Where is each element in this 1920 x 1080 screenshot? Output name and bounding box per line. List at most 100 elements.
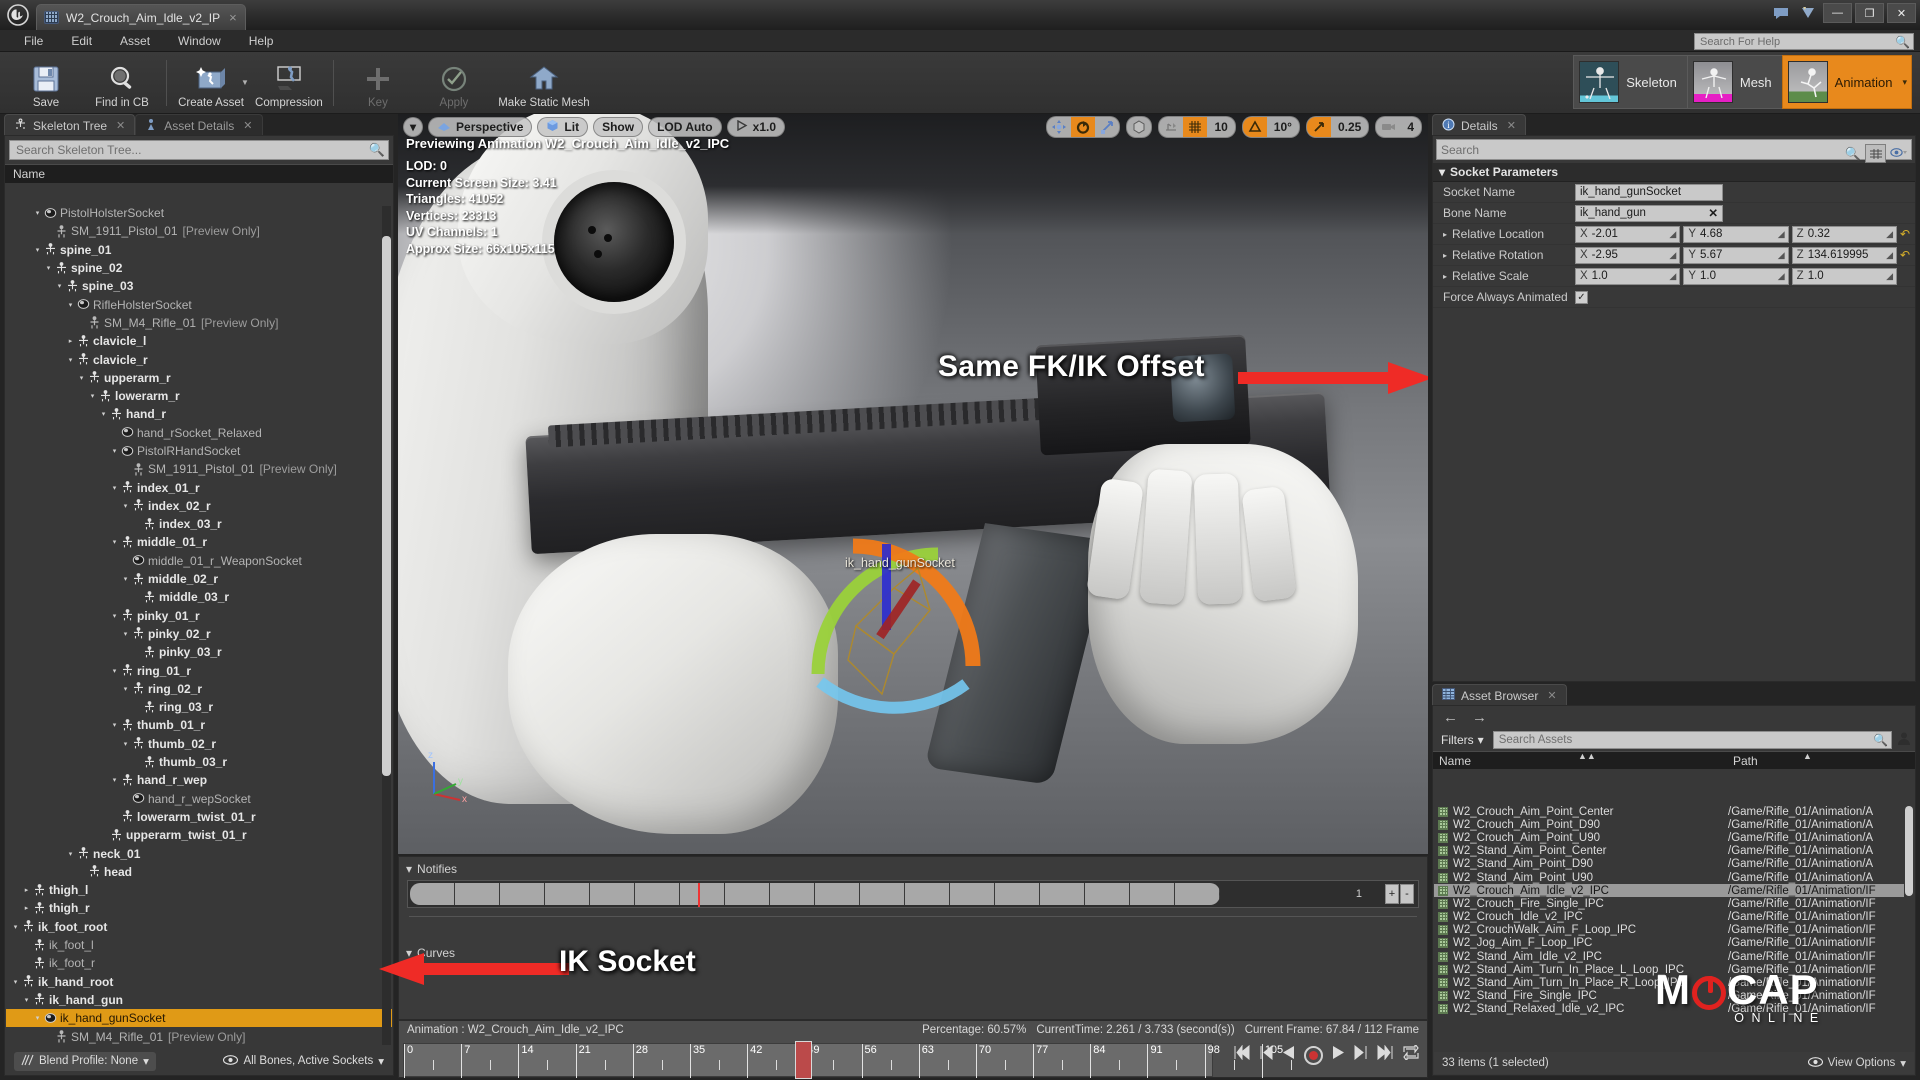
asset-row[interactable]: W2_Stand_Relaxed_Idle_v2_IPC/Game/Rifle_…	[1434, 1003, 1904, 1016]
skeleton-tree-node[interactable]: ▾ spine_01	[6, 241, 392, 259]
asset-row[interactable]: W2_Stand_Aim_Point_D90/Game/Rifle_01/Ani…	[1434, 858, 1904, 871]
force-always-animated-checkbox[interactable]: ✓	[1575, 290, 1588, 304]
help-search-input[interactable]: Search For Help 🔍	[1694, 33, 1914, 50]
asset-row[interactable]: W2_Crouch_Aim_Point_U90/Game/Rifle_01/An…	[1434, 831, 1904, 844]
asset-row[interactable]: W2_Stand_Aim_Idle_v2_IPC/Game/Rifle_01/A…	[1434, 950, 1904, 963]
show-menu-button[interactable]: Show	[593, 117, 644, 137]
expand-triangle-icon[interactable]: ▾	[120, 740, 131, 748]
skeleton-tree-node[interactable]: hand_r_wepSocket	[6, 790, 392, 808]
skeleton-tree-node[interactable]: ▾ ring_01_r	[6, 661, 392, 679]
notify-playhead[interactable]	[698, 883, 700, 907]
close-button[interactable]: ✕	[1887, 3, 1916, 23]
skeleton-tree-node[interactable]: ▾ ik_foot_root	[6, 918, 392, 936]
skeleton-tree-node[interactable]: lowerarm_twist_01_r	[6, 808, 392, 826]
skeleton-tree-node[interactable]: pinky_03_r	[6, 643, 392, 661]
expand-triangle-icon[interactable]: ▾	[32, 209, 43, 217]
asset-row[interactable]: W2_Crouch_Idle_v2_IPC/Game/Rifle_01/Anim…	[1434, 911, 1904, 924]
asset-row[interactable]: W2_Crouch_Fire_Single_IPC/Game/Rifle_01/…	[1434, 897, 1904, 910]
location-y-input[interactable]: Y 4.68 ◢	[1683, 225, 1789, 243]
reset-location-icon[interactable]: ↶	[1900, 227, 1911, 241]
lighting-mode-button[interactable]: Lit	[537, 117, 589, 137]
grid-snap-toggle-icon[interactable]	[1183, 117, 1208, 137]
skeleton-tree-node[interactable]: SM_M4_Rifle_01 [Preview Only]	[6, 314, 392, 332]
menu-file[interactable]: File	[10, 32, 57, 50]
play-reverse-button[interactable]	[1282, 1045, 1295, 1065]
skeleton-tree-node[interactable]: hand_rSocket_Relaxed	[6, 424, 392, 442]
skeleton-tree-node-selected[interactable]: ▾ ik_hand_gunSocket	[6, 1009, 392, 1028]
step-back-button[interactable]	[1259, 1044, 1273, 1065]
skeleton-tree-node[interactable]: ▸ thigh_r	[6, 899, 392, 917]
mode-dropdown-icon[interactable]: ▾	[1902, 55, 1912, 109]
expand-triangle-icon[interactable]: ▾	[32, 246, 43, 254]
skeleton-tree-node[interactable]: SM_1911_Pistol_01 [Preview Only]	[6, 222, 392, 240]
skeleton-tree-node[interactable]: SM_M4_Rifle_01 [Preview Only]	[6, 1027, 392, 1045]
window-tab-close-icon[interactable]: ×	[229, 10, 237, 25]
asset-row[interactable]: W2_CrouchWalk_Aim_F_Loop_IPC/Game/Rifle_…	[1434, 924, 1904, 937]
skeleton-tree-node[interactable]: ▾ middle_01_r	[6, 533, 392, 551]
expand-triangle-icon[interactable]: ▾	[109, 612, 120, 620]
add-notify-track-button[interactable]: +	[1385, 884, 1399, 904]
skeleton-tree-node[interactable]: ▾ PistolRHandSocket	[6, 442, 392, 460]
expand-triangle-icon[interactable]: ▾	[109, 667, 120, 675]
expand-triangle-icon[interactable]: ▾	[65, 356, 76, 364]
notifies-section-header[interactable]: ▾ Notifies	[399, 857, 1427, 880]
expand-triangle-icon[interactable]: ▾	[76, 374, 87, 382]
asset-row[interactable]: W2_Jog_Aim_F_Loop_IPC/Game/Rifle_01/Anim…	[1434, 937, 1904, 950]
angle-snap-toggle-icon[interactable]	[1242, 117, 1267, 137]
scale-mode-icon[interactable]	[1095, 117, 1119, 137]
mode-mesh[interactable]: Mesh	[1686, 55, 1782, 109]
tab-asset-browser[interactable]: Asset Browser ✕	[1432, 684, 1567, 706]
back-arrow-icon[interactable]: ←	[1443, 709, 1458, 726]
skeleton-tree-node[interactable]: ▾ ring_02_r	[6, 680, 392, 698]
expand-triangle-icon[interactable]: ▾	[109, 776, 120, 784]
skip-to-start-button[interactable]	[1233, 1044, 1250, 1065]
skeleton-tree-node[interactable]: index_03_r	[6, 515, 392, 533]
lod-button[interactable]: LOD Auto	[648, 117, 722, 137]
skeleton-tree-scrollbar[interactable]	[382, 236, 391, 776]
camera-icon[interactable]	[1376, 117, 1400, 137]
tab-details-close-icon[interactable]: ✕	[1507, 119, 1516, 132]
save-button[interactable]: Save	[8, 54, 84, 112]
skeleton-tree-node[interactable]: ▾ neck_01	[6, 844, 392, 862]
asset-row-selected[interactable]: W2_Crouch_Aim_Idle_v2_IPC/Game/Rifle_01/…	[1434, 884, 1904, 898]
skeleton-tree-node[interactable]: head	[6, 863, 392, 881]
asset-list[interactable]: W2_Crouch_Aim_Point_Center/Game/Rifle_01…	[1434, 805, 1904, 1051]
scale-snap-value[interactable]: 0.25	[1331, 117, 1368, 137]
collapse-triangle-icon[interactable]: ▸	[65, 337, 76, 345]
rotation-x-input[interactable]: X -2.95 ◢	[1575, 246, 1681, 264]
asset-row[interactable]: W2_Stand_Aim_Turn_In_Place_R_Loop_IPC/Ga…	[1434, 976, 1904, 989]
tab-details[interactable]: i Details ✕	[1432, 114, 1526, 136]
create-asset-button[interactable]: Create Asset	[173, 54, 249, 112]
skeleton-tree-node[interactable]: ▾ ik_hand_root	[6, 972, 392, 990]
expand-triangle-icon[interactable]: ▾	[87, 392, 98, 400]
skeleton-tree-node[interactable]: upperarm_twist_01_r	[6, 826, 392, 844]
expand-triangle-icon[interactable]: ▾	[120, 502, 131, 510]
skeleton-tree-node[interactable]: ▾ RifleHolsterSocket	[6, 295, 392, 313]
asset-row[interactable]: W2_Crouch_Aim_Point_Center/Game/Rifle_01…	[1434, 805, 1904, 818]
skeleton-tree-node[interactable]: thumb_03_r	[6, 753, 392, 771]
skeleton-tree-node[interactable]: ▾ hand_r_wep	[6, 771, 392, 789]
expand-triangle-icon[interactable]: ▾	[120, 630, 131, 638]
skeleton-tree-node[interactable]: middle_03_r	[6, 588, 392, 606]
mode-skeleton[interactable]: Skeleton	[1573, 55, 1687, 109]
skeleton-tree-node[interactable]: ▾ lowerarm_r	[6, 387, 392, 405]
scale-y-input[interactable]: Y 1.0 ◢	[1683, 267, 1789, 285]
skeleton-tree-list[interactable]: ▾ PistolHolsterSocket SM_1911_Pistol_01 [Pr…	[6, 204, 392, 1047]
skeleton-tree-node[interactable]: ▾ hand_r	[6, 405, 392, 423]
bone-name-input[interactable]: ik_hand_gun ✕	[1575, 204, 1723, 222]
socket-name-input[interactable]: ik_hand_gunSocket	[1575, 183, 1723, 201]
tab-asset-details[interactable]: Asset Details ✕	[135, 114, 263, 136]
tab-skeleton-tree-close-icon[interactable]: ✕	[116, 119, 125, 132]
make-static-mesh-button[interactable]: Make Static Mesh	[492, 54, 596, 112]
details-search-input[interactable]: Search 🔍	[1436, 139, 1912, 163]
search-assets-input[interactable]: Search Assets 🔍	[1492, 731, 1892, 749]
apply-button[interactable]: Apply	[416, 54, 492, 112]
tab-asset-browser-close-icon[interactable]: ✕	[1547, 689, 1556, 702]
mode-animation[interactable]: Animation	[1781, 55, 1903, 109]
translate-mode-icon[interactable]	[1047, 117, 1071, 137]
asset-row[interactable]: W2_Stand_Fire_Single_IPC/Game/Rifle_01/A…	[1434, 990, 1904, 1003]
expand-triangle-icon[interactable]: ▾	[65, 850, 76, 858]
skeleton-tree-node[interactable]: ▾ spine_03	[6, 277, 392, 295]
skeleton-tree-node[interactable]: ▾ thumb_01_r	[6, 716, 392, 734]
clear-bone-icon[interactable]: ✕	[1708, 206, 1718, 220]
